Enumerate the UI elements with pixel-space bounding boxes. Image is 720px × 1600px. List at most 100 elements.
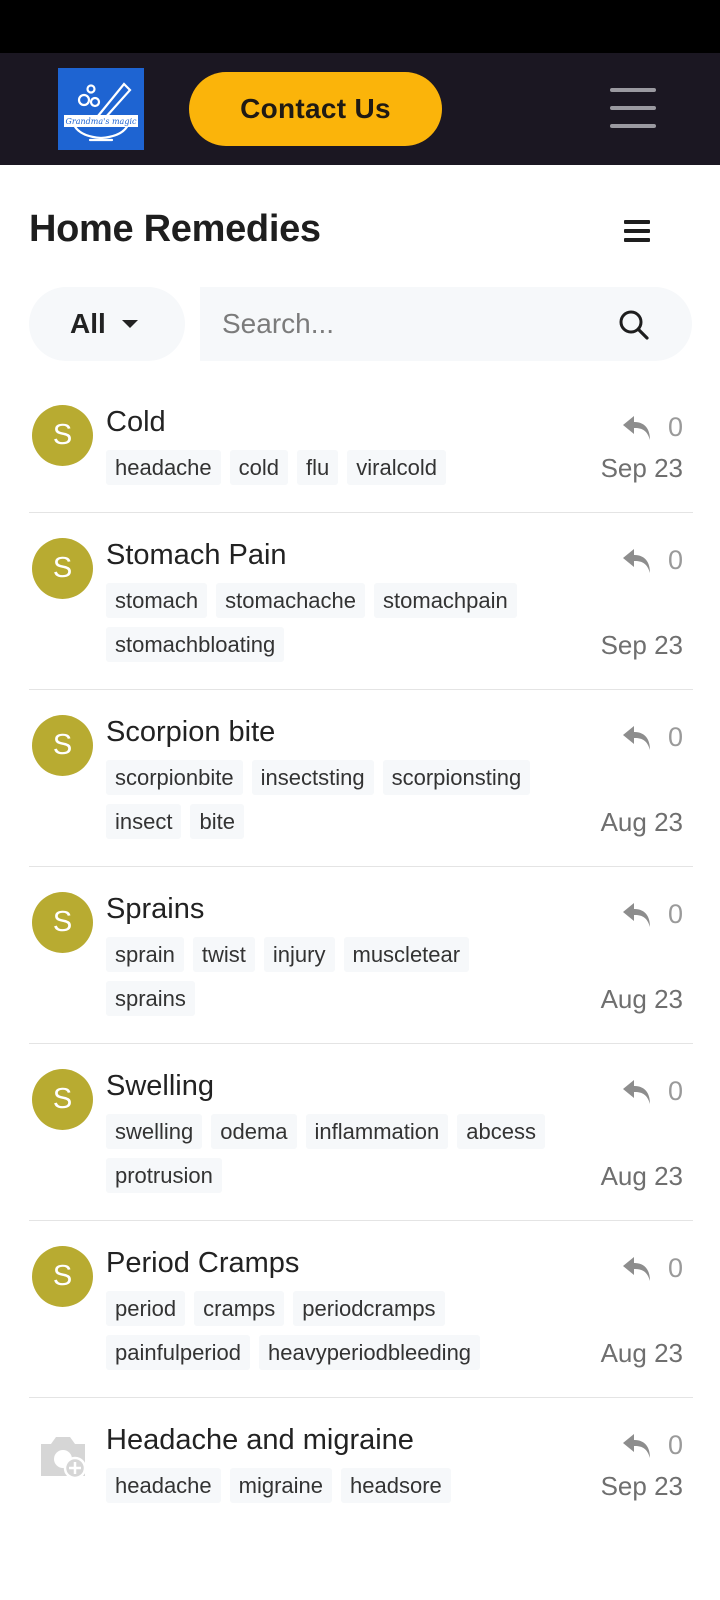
tag[interactable]: cramps <box>194 1291 285 1326</box>
tag[interactable]: protrusion <box>106 1158 222 1193</box>
tag[interactable]: painfulperiod <box>106 1335 250 1370</box>
topic-title[interactable]: Sprains <box>106 891 573 927</box>
menu-line <box>624 229 650 233</box>
tag[interactable]: stomachache <box>216 583 366 618</box>
topic-title[interactable]: Swelling <box>106 1068 573 1104</box>
reply-count: 0 <box>622 899 683 930</box>
topic-list: S Cold headache cold flu viralcold 0 Sep 23… <box>29 380 693 1530</box>
topic-date: Aug 23 <box>600 984 683 1014</box>
topic-date: Sep 23 <box>600 453 683 483</box>
reply-count-value: 0 <box>667 412 683 442</box>
tag[interactable]: swelling <box>106 1114 203 1149</box>
page-title: Home Remedies <box>29 208 321 250</box>
reply-count-value: 0 <box>667 545 683 575</box>
tag[interactable]: insectsting <box>251 760 374 795</box>
tag[interactable]: injury <box>263 937 335 972</box>
reply-count-value: 0 <box>667 722 683 752</box>
hamburger-line <box>610 124 656 128</box>
avatar[interactable]: S <box>32 892 93 953</box>
tag[interactable]: inflammation <box>305 1114 449 1149</box>
reply-count-value: 0 <box>667 899 683 929</box>
hamburger-menu-button[interactable] <box>610 88 656 128</box>
menu-line <box>624 238 650 242</box>
filter-selected-value: All <box>70 308 106 339</box>
tag[interactable]: headache <box>106 1468 221 1503</box>
avatar[interactable]: S <box>32 538 93 599</box>
camera-placeholder-icon[interactable] <box>37 1432 89 1480</box>
tag[interactable]: migraine <box>229 1468 333 1503</box>
tag-list: stomach stomachache stomachpain stomachbloa… <box>106 579 573 667</box>
topic-title[interactable]: Period Cramps <box>106 1245 573 1281</box>
reply-icon <box>622 902 650 927</box>
tag[interactable]: twist <box>192 937 255 972</box>
tag[interactable]: stomach <box>106 583 208 618</box>
tag[interactable]: cold <box>229 450 289 485</box>
topic-date: Sep 23 <box>600 630 683 660</box>
reply-count: 0 <box>622 1430 683 1461</box>
status-bar <box>0 0 720 53</box>
tag-list: headache cold flu viralcold <box>106 446 573 490</box>
category-menu-button[interactable] <box>624 220 650 242</box>
tag-list: sprain twist injury muscletear sprains <box>106 933 573 1021</box>
tag[interactable]: viralcold <box>347 450 446 485</box>
tag[interactable]: sprains <box>106 981 195 1016</box>
tag-list: scorpionbite insectsting scorpionsting inse… <box>106 756 573 844</box>
topic-row[interactable]: Headache and migraine headache migraine he… <box>29 1398 693 1530</box>
topic-title[interactable]: Scorpion bite <box>106 714 573 750</box>
topic-row[interactable]: S Swelling swelling odema inflammation abce… <box>29 1044 693 1221</box>
tag[interactable]: flu <box>297 450 339 485</box>
tag[interactable]: periodcramps <box>293 1291 445 1326</box>
tag[interactable]: sprain <box>106 937 184 972</box>
tag[interactable]: muscletear <box>343 937 470 972</box>
topic-row[interactable]: S Cold headache cold flu viralcold 0 Sep 23 <box>29 380 693 513</box>
tag[interactable]: heavyperiodbleeding <box>258 1335 481 1370</box>
topic-title[interactable]: Headache and migraine <box>106 1422 573 1458</box>
avatar[interactable]: S <box>32 1246 93 1307</box>
reply-icon <box>622 548 650 573</box>
logo-text: Grandma's magic <box>66 117 137 126</box>
topic-date: Aug 23 <box>600 1161 683 1191</box>
filter-dropdown[interactable]: All <box>29 287 185 361</box>
search-input[interactable] <box>222 287 602 361</box>
tag[interactable]: period <box>106 1291 186 1326</box>
tag[interactable]: stomachpain <box>374 583 517 618</box>
reply-icon <box>622 1433 650 1458</box>
site-logo[interactable]: Grandma's magic <box>58 68 144 150</box>
topic-date: Aug 23 <box>600 1338 683 1368</box>
reply-icon <box>622 1079 650 1104</box>
menu-line <box>624 220 650 224</box>
tag[interactable]: stomachbloating <box>106 627 285 662</box>
hamburger-line <box>610 88 656 92</box>
contact-us-button[interactable]: Contact Us <box>189 72 442 146</box>
reply-icon <box>622 725 650 750</box>
topic-row[interactable]: S Stomach Pain stomach stomachache stomach… <box>29 513 693 690</box>
search-icon[interactable] <box>618 309 650 341</box>
avatar[interactable]: S <box>32 1069 93 1130</box>
reply-count: 0 <box>622 1076 683 1107</box>
tag[interactable]: headsore <box>341 1468 451 1503</box>
tag[interactable]: bite <box>190 804 244 839</box>
topic-row[interactable]: S Sprains sprain twist injury muscletear spr… <box>29 867 693 1044</box>
topic-row[interactable]: S Scorpion bite scorpionbite insectsting s… <box>29 690 693 867</box>
topic-title[interactable]: Cold <box>106 404 573 440</box>
avatar[interactable]: S <box>32 405 93 466</box>
avatar[interactable]: S <box>32 715 93 776</box>
tag[interactable]: abcess <box>457 1114 545 1149</box>
tag[interactable]: scorpionsting <box>382 760 531 795</box>
tag[interactable]: headache <box>106 450 221 485</box>
navbar: Grandma's magic Contact Us <box>0 53 720 165</box>
tag-list: swelling odema inflammation abcess protrusio… <box>106 1110 573 1198</box>
tag[interactable]: odema <box>211 1114 297 1149</box>
reply-count: 0 <box>622 722 683 753</box>
reply-count-value: 0 <box>667 1076 683 1106</box>
topic-row[interactable]: S Period Cramps period cramps periodcramps… <box>29 1221 693 1398</box>
reply-count: 0 <box>622 412 683 443</box>
caret-down-icon <box>121 320 138 328</box>
reply-count: 0 <box>622 545 683 576</box>
reply-icon <box>622 415 650 440</box>
tag[interactable]: insect <box>106 804 182 839</box>
topic-title[interactable]: Stomach Pain <box>106 537 573 573</box>
reply-count-value: 0 <box>667 1253 683 1283</box>
tag[interactable]: scorpionbite <box>106 760 243 795</box>
tag-list: headache migraine headsore <box>106 1464 573 1508</box>
